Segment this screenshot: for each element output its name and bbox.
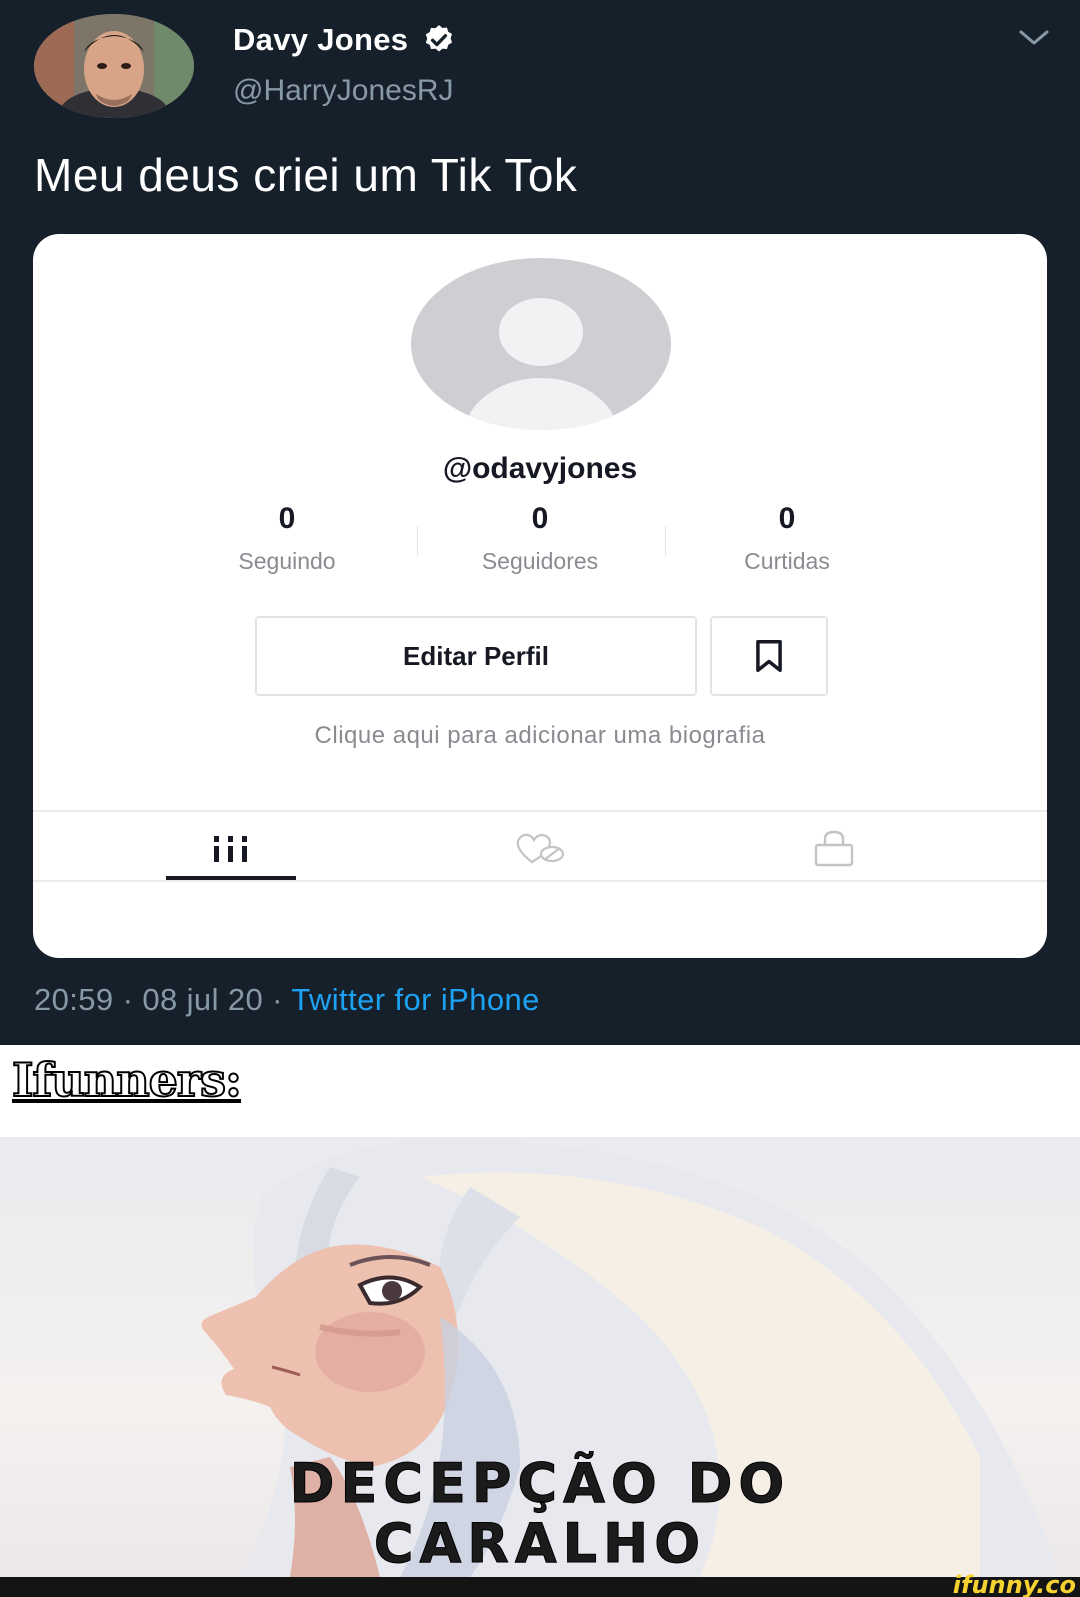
tiktok-username: @odavyjones	[442, 452, 638, 485]
meme-caption: Ifunners:	[11, 1052, 243, 1108]
bio-placeholder: Clique aqui para adicionar uma biografia	[314, 722, 766, 749]
edit-profile-button: Editar Perfil	[255, 616, 697, 696]
verified-badge-icon	[426, 25, 453, 52]
tab-private	[769, 824, 899, 874]
tab-liked	[475, 824, 605, 874]
footer-bar	[0, 1577, 1080, 1597]
bookmark-icon	[756, 640, 782, 672]
tweet-media-tiktok-profile[interactable]: @odavyjones 0 Seguindo 0 Seguidores 0 Cu…	[33, 234, 1047, 958]
stat-value: 0	[278, 502, 296, 535]
grid-icon	[214, 836, 247, 862]
tweet-time[interactable]: 20:59	[34, 982, 114, 1017]
default-avatar-icon	[411, 258, 671, 430]
tweet-date[interactable]: 08 jul 20	[142, 982, 263, 1017]
divider	[33, 810, 1047, 812]
stat-divider	[665, 526, 666, 556]
bookmark-button	[710, 616, 828, 696]
lock-icon	[814, 830, 854, 867]
tweet-text: Meu deus criei um Tik Tok	[34, 149, 578, 201]
stat-divider	[417, 526, 418, 556]
user-avatar[interactable]	[34, 14, 194, 118]
name-row: Davy Jones	[233, 22, 456, 58]
meme-text-line2: CARALHO	[373, 1512, 707, 1576]
user-handle[interactable]: @HarryJonesRJ	[233, 74, 454, 108]
stat-value: 0	[531, 502, 549, 535]
stat-followers: 0 Seguidores	[440, 502, 640, 575]
ifunny-watermark: ifunny.co	[952, 1571, 1076, 1597]
meta-separator: ·	[272, 982, 283, 1017]
tweet-metadata: 20:59 · 08 jul 20 · Twitter for iPhone	[34, 982, 540, 1018]
meta-separator: ·	[122, 982, 134, 1017]
divider	[33, 880, 1047, 882]
tab-videos	[166, 824, 296, 874]
display-name[interactable]: Davy Jones	[233, 22, 408, 58]
stat-likes: 0 Curtidas	[687, 502, 887, 575]
meme-text-line1: DECEPÇÃO DO	[289, 1452, 791, 1516]
tweet: Davy Jones @HarryJonesRJ Meu deus criei …	[0, 0, 1080, 1045]
stat-following: 0 Seguindo	[187, 502, 387, 575]
liked-heart-icon	[516, 833, 565, 864]
tweet-source-link[interactable]: Twitter for iPhone	[291, 982, 539, 1017]
meme-caption-bar: Ifunners:	[0, 1045, 1080, 1137]
stat-label: Seguidores	[481, 548, 599, 574]
chevron-down-icon[interactable]	[1017, 26, 1051, 50]
stat-value: 0	[778, 502, 796, 535]
stat-label: Curtidas	[744, 548, 830, 574]
stat-label: Seguindo	[238, 548, 336, 574]
